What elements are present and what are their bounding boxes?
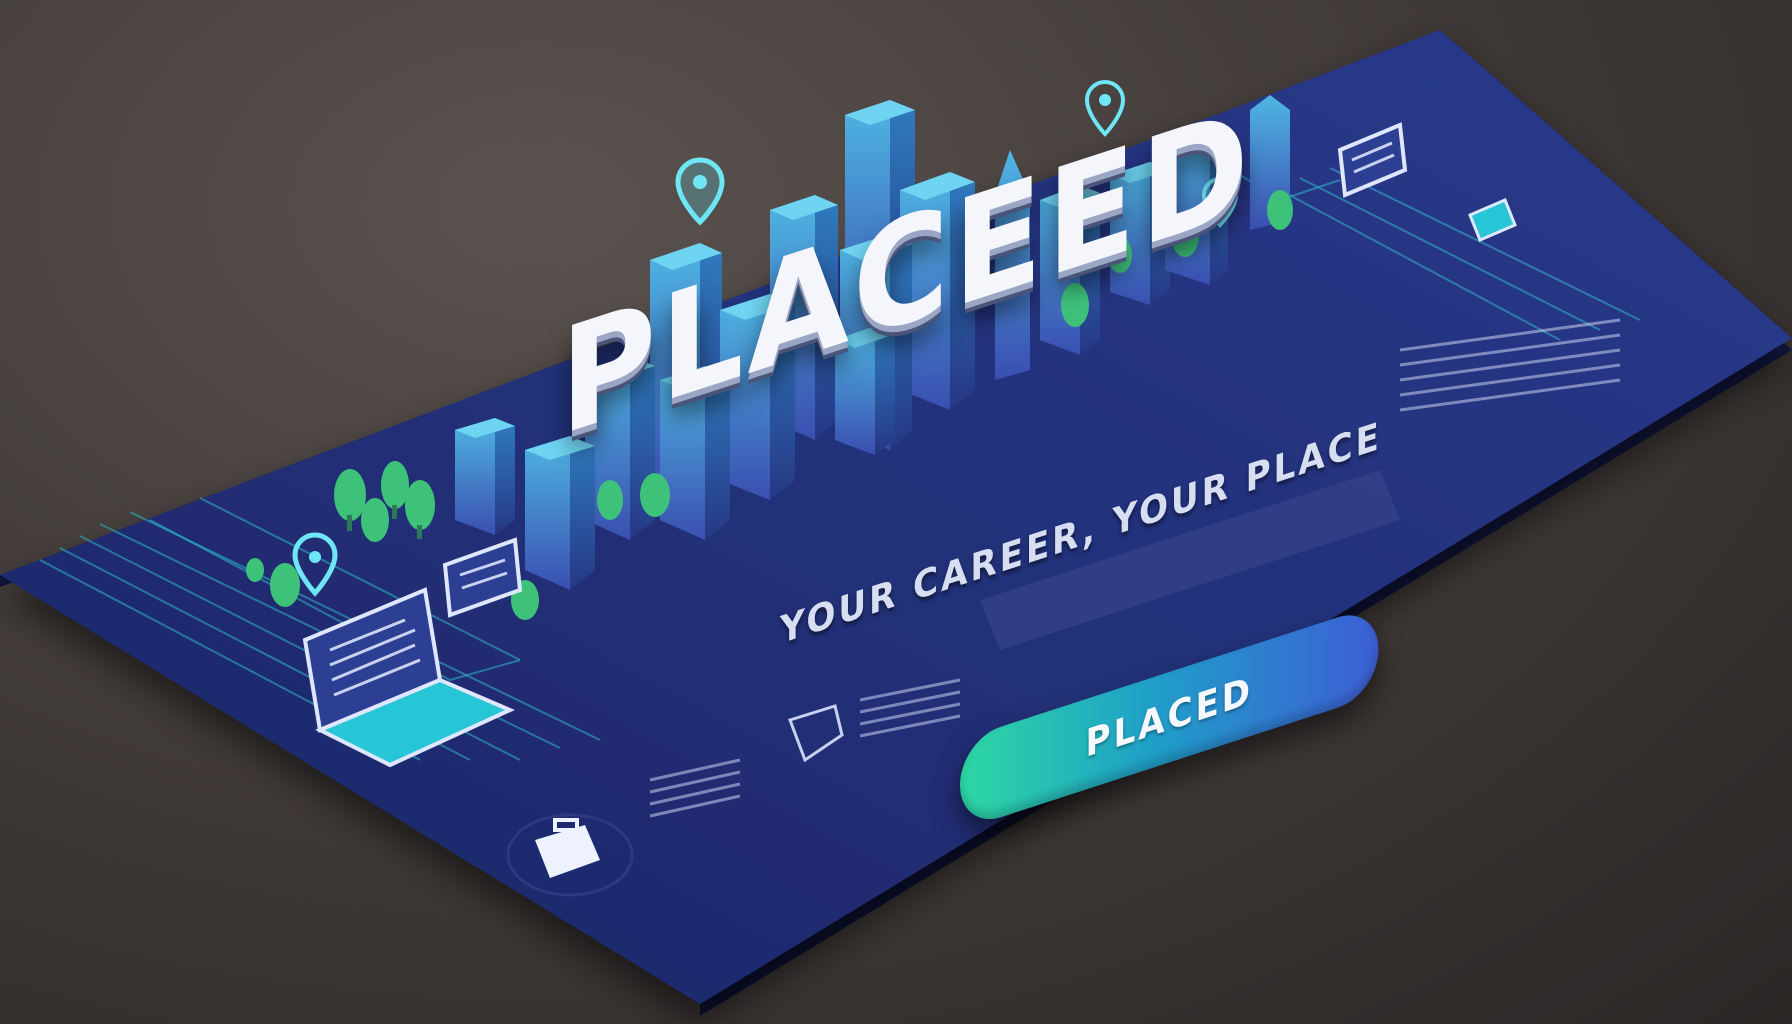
tree-icon	[270, 563, 300, 607]
tree-icon	[246, 558, 264, 582]
tree-icon	[640, 473, 670, 517]
building	[455, 418, 515, 535]
tree-icon	[597, 480, 623, 520]
tree-icon	[361, 498, 389, 542]
tree-icon	[1267, 190, 1293, 230]
isometric-city-scene	[0, 20, 1792, 1016]
map-pin-icon	[675, 157, 725, 226]
